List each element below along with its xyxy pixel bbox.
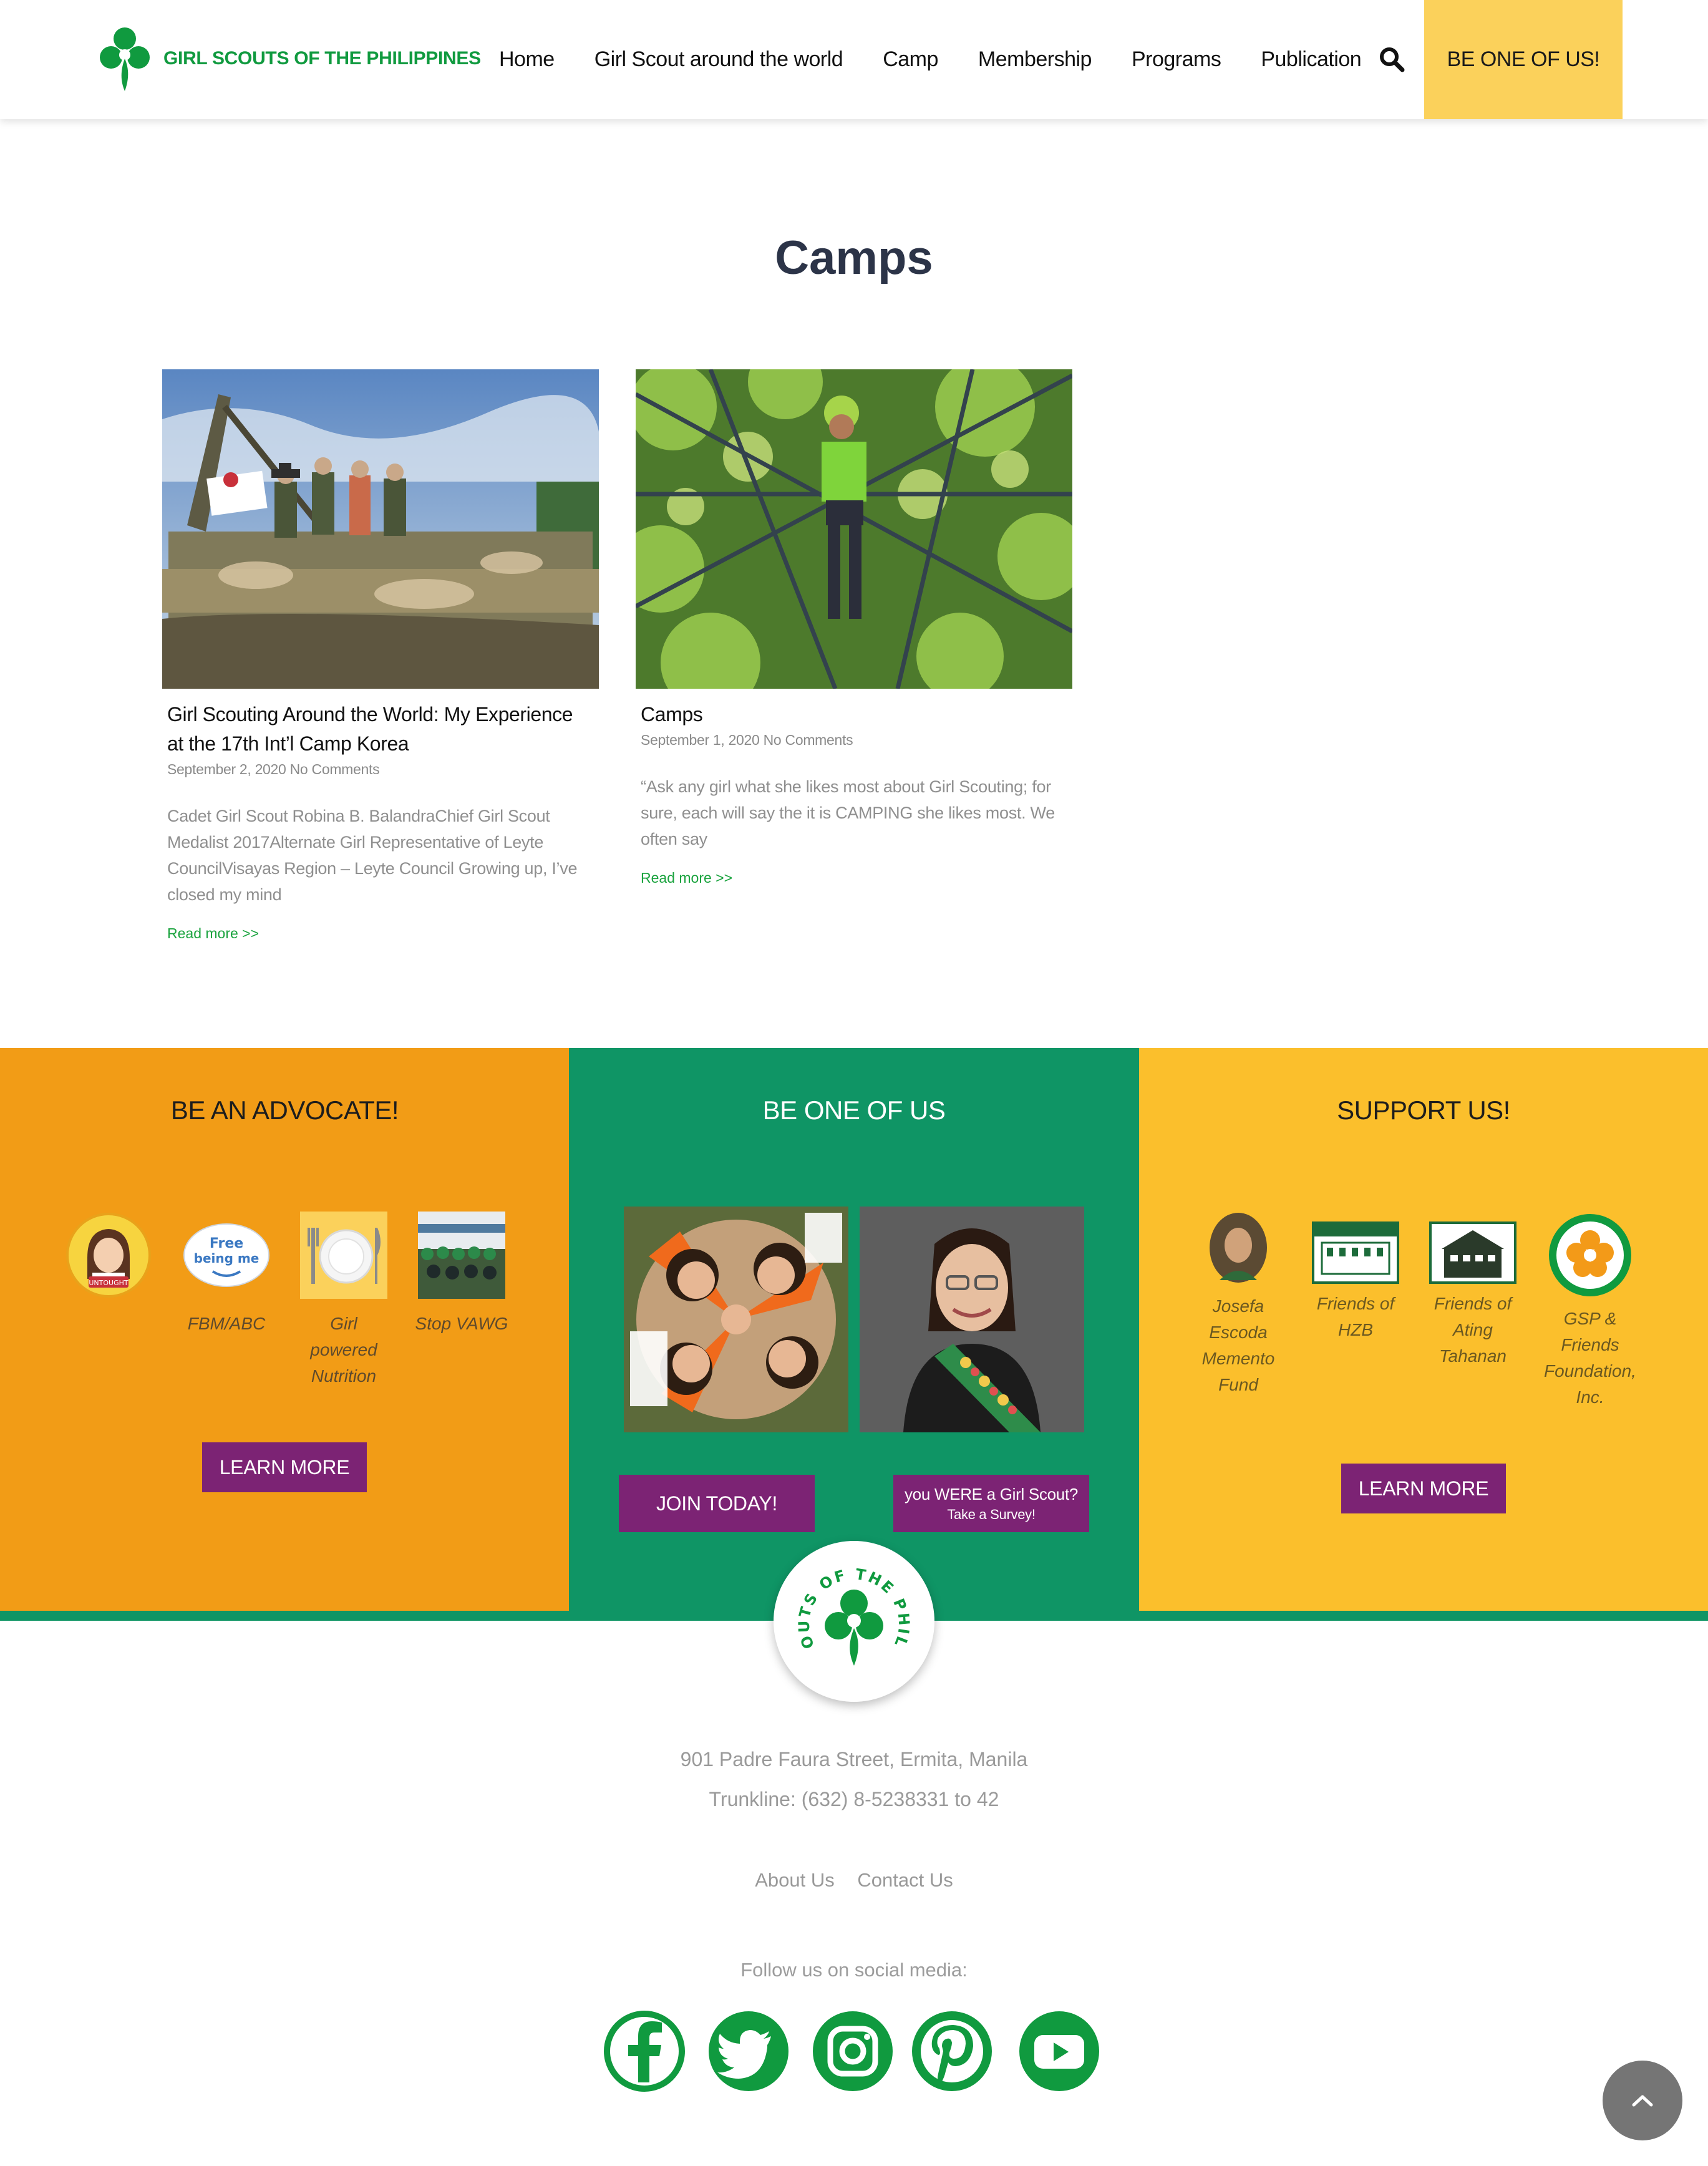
post-card: Girl Scouting Around the World: My Exper… [162,369,599,942]
advocate-panel: BE AN ADVOCATE! UNTOUGHT Free being me F… [0,1048,570,1611]
svg-text:Free: Free [210,1236,243,1251]
trefoil-flower-icon [1549,1214,1631,1296]
building-icon [1312,1221,1399,1284]
post-image-camp-korea[interactable] [162,369,599,689]
nav-item-camp[interactable]: Camp [883,47,938,72]
advocate-learn-more-button[interactable]: LEARN MORE [202,1442,367,1492]
advocate-item-untought[interactable]: UNTOUGHT [62,1212,155,1302]
post-image-camps[interactable] [636,369,1072,689]
pinterest-icon[interactable] [910,2009,994,2094]
page-title: Camps [775,231,933,284]
advocate-label: FBM/ABC [187,1314,266,1333]
support-label: Friends of Ating Tahanan [1434,1294,1512,1366]
trefoil-logo-icon [100,27,150,91]
youtube-icon[interactable] [1015,2009,1104,2094]
graduate-photo[interactable] [860,1207,1084,1432]
about-us-link[interactable]: About Us [755,1869,835,1891]
membership-title: BE ONE OF US [762,1095,946,1125]
facebook-icon[interactable] [602,2009,687,2094]
post-excerpt: Cadet Girl Scout Robina B. BalandraChief… [167,807,578,904]
support-learn-more-button[interactable]: LEARN MORE [1341,1464,1506,1513]
portrait-icon [1210,1213,1267,1283]
cartoon-girl-badge-icon: UNTOUGHT [66,1213,151,1298]
support-label: Josefa Escoda Memento Fund [1201,1296,1275,1394]
advocate-item-fbm[interactable]: Free being me FBM/ABC [180,1212,273,1337]
nav-item-programs[interactable]: Programs [1132,47,1221,72]
support-item-gsp-foundation[interactable]: GSP & Friends Foundation, Inc. [1537,1212,1643,1411]
take-survey-button[interactable]: you WERE a Girl Scout? Take a Survey! [893,1475,1089,1532]
post-meta: September 1, 2020 No Comments [641,732,853,748]
free-being-me-icon: Free being me [183,1223,269,1287]
girls-circle-photo[interactable] [624,1207,848,1432]
advocate-item-stop-vawg[interactable]: Stop VAWG [415,1212,508,1337]
advocate-label: Girl powered Nutrition [310,1314,377,1386]
support-panel: SUPPORT US! Josefa Escoda Memento Fund F… [1139,1048,1708,1611]
support-item-ating-tahanan[interactable]: Friends of Ating Tahanan [1420,1212,1526,1369]
membership-panel: BE ONE OF US JOIN TODAY! you WERE a Girl… [569,1048,1139,1611]
post-meta: September 2, 2020 No Comments [167,761,380,777]
nav-item-publication[interactable]: Publication [1261,47,1361,72]
nav-item-girl-scout-world[interactable]: Girl Scout around the world [594,47,843,72]
post-card: Camps September 1, 2020 No Comments “Ask… [636,369,1072,886]
post-excerpt: “Ask any girl what she likes most about … [641,777,1055,848]
follow-us-label: Follow us on social media: [740,1959,968,1981]
post-title[interactable]: Girl Scouting Around the World: My Exper… [167,700,594,759]
site-logo[interactable]: GIRL SCOUTS OF THE PHILIPPINES [94,24,481,94]
support-item-josefa[interactable]: Josefa Escoda Memento Fund [1185,1212,1291,1398]
advocate-label: Stop VAWG [415,1314,508,1333]
gsp-seal-icon: GIRL SCOUTS OF THE PHILIPPINES [766,1527,928,1695]
read-more-link[interactable]: Read more >> [641,870,1067,886]
survey-line-2: Take a Survey! [947,1506,1036,1522]
support-label: Friends of HZB [1316,1294,1395,1339]
gsp-badge-logo: GIRL SCOUTS OF THE PHILIPPINES [766,1527,934,1702]
main-nav: Home Girl Scout around the world Camp Me… [499,0,1401,119]
plate-cutlery-icon [300,1212,387,1299]
svg-text:being me: being me [194,1251,260,1266]
site-header: GIRL SCOUTS OF THE PHILIPPINES Home Girl… [0,0,1708,119]
contact-us-link[interactable]: Contact Us [857,1869,953,1891]
nav-item-home[interactable]: Home [499,47,555,72]
logo-text: GIRL SCOUTS OF THE PHILIPPINES [163,48,481,69]
back-to-top-button[interactable] [1603,2061,1682,2140]
nav-item-membership[interactable]: Membership [978,47,1092,72]
support-label: GSP & Friends Foundation, Inc. [1544,1309,1636,1407]
join-today-button[interactable]: JOIN TODAY! [619,1475,815,1532]
instagram-icon[interactable] [810,2009,895,2094]
advocate-item-nutrition[interactable]: Girl powered Nutrition [297,1212,391,1389]
footer-address: 901 Padre Faura Street, Ermita, Manila [680,1748,1028,1770]
chevron-up-icon [1632,2095,1653,2107]
post-title[interactable]: Camps [641,700,1067,729]
support-item-hzb[interactable]: Friends of HZB [1303,1212,1409,1343]
survey-line-1: you WERE a Girl Scout? [904,1484,1079,1503]
search-icon[interactable] [1379,46,1405,72]
svg-text:UNTOUGHT: UNTOUGHT [89,1279,129,1287]
advocate-title: BE AN ADVOCATE! [170,1095,399,1125]
house-icon [1429,1221,1516,1284]
support-title: SUPPORT US! [1337,1095,1510,1125]
be-one-of-us-button[interactable]: BE ONE OF US! [1424,0,1623,119]
footer-links: About Us Contact Us [0,1869,1708,1892]
read-more-link[interactable]: Read more >> [167,925,594,942]
twitter-icon[interactable] [706,2009,791,2094]
footer-trunkline: Trunkline: (632) 8-5238331 to 42 [709,1788,999,1810]
group-photo-icon [418,1212,505,1299]
